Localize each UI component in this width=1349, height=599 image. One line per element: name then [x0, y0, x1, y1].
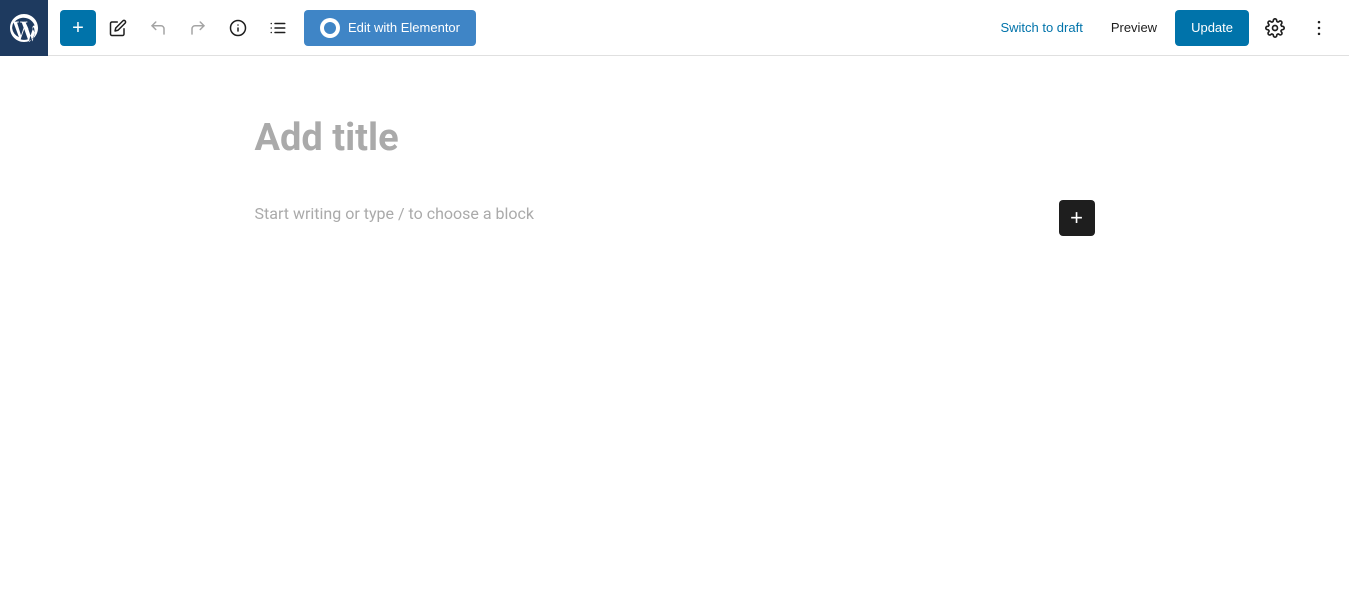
update-button[interactable]: Update [1175, 10, 1249, 46]
content-area: Start writing or type / to choose a bloc… [255, 200, 1095, 236]
pencil-icon [109, 19, 127, 37]
content-placeholder[interactable]: Start writing or type / to choose a bloc… [255, 200, 1043, 229]
add-icon: + [72, 18, 84, 38]
title-input[interactable]: Add title [255, 116, 1095, 160]
list-view-button[interactable] [260, 10, 296, 46]
title-area[interactable]: Add title [255, 116, 1095, 160]
undo-icon [149, 19, 167, 37]
wordpress-logo-icon [10, 14, 38, 42]
edit-button[interactable] [100, 10, 136, 46]
settings-button[interactable] [1257, 10, 1293, 46]
toolbar: + [0, 0, 1349, 56]
more-options-button[interactable] [1301, 10, 1337, 46]
edit-with-elementor-button[interactable]: Edit with Elementor [304, 10, 476, 46]
editor-inner: Add title Start writing or type / to cho… [255, 116, 1095, 236]
redo-icon [189, 19, 207, 37]
elementor-icon [320, 18, 340, 38]
list-view-icon [269, 19, 287, 37]
gear-icon [1265, 18, 1285, 38]
add-block-icon: + [1070, 207, 1083, 229]
add-block-button[interactable]: + [1059, 200, 1095, 236]
undo-button[interactable] [140, 10, 176, 46]
editor-content: Add title Start writing or type / to cho… [0, 56, 1349, 599]
toolbar-right-actions: Switch to draft Preview Update [990, 10, 1337, 46]
redo-button[interactable] [180, 10, 216, 46]
elementor-button-label: Edit with Elementor [348, 20, 460, 35]
wp-logo[interactable] [0, 0, 48, 56]
add-block-toolbar-button[interactable]: + [60, 10, 96, 46]
preview-button[interactable]: Preview [1101, 14, 1167, 41]
info-icon [229, 19, 247, 37]
switch-to-draft-button[interactable]: Switch to draft [990, 14, 1092, 41]
info-button[interactable] [220, 10, 256, 46]
more-vertical-icon [1309, 18, 1329, 38]
